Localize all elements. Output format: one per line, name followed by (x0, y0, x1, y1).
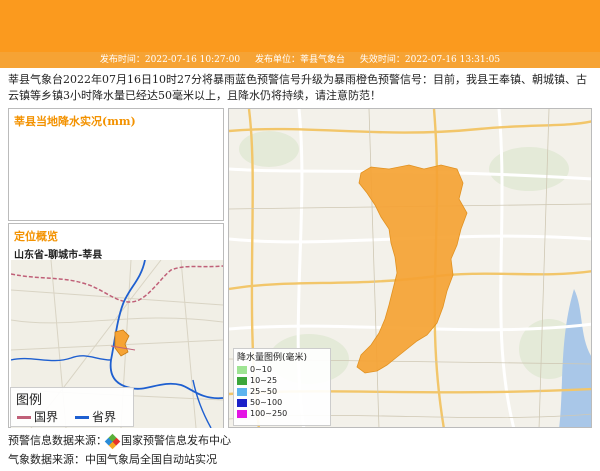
country-border-swatch (17, 416, 31, 419)
legend-item: 10~25 (234, 375, 330, 386)
county-highlight (114, 329, 130, 357)
legend-swatch (237, 376, 247, 385)
legend-item: 50~100 (234, 397, 330, 408)
header-banner (0, 0, 600, 52)
legend-swatch (237, 387, 247, 396)
publish-time: 发布时间：2022-07-16 10:27:00 (99, 55, 241, 65)
province-border-line (11, 265, 223, 303)
data-sources: 预警信息数据来源： 国家预警信息发布中心 气象数据来源：中国气象局全国自动站实况 (8, 433, 594, 471)
meta-bar: 发布时间：2022-07-16 10:27:00 发布单位：莘县气象台 失效时间… (0, 52, 600, 68)
alert-text: 莘县气象台2022年07月16日10时27分将暴雨蓝色预警信号升级为暴雨橙色预警… (8, 73, 587, 102)
legend-item: 0~10 (234, 364, 330, 375)
legend-country-border: 国界 (17, 408, 58, 425)
legend-item: 100~250 (234, 408, 330, 419)
rain-panel-title: 莘县当地降水实况(mm) (14, 115, 136, 128)
publisher: 发布单位：莘县气象台 (254, 55, 345, 65)
province-boundary (109, 260, 223, 400)
legend-swatch (237, 365, 247, 374)
location-panel-title: 定位概览 (14, 230, 58, 243)
lake (559, 289, 591, 427)
nmc-logo-icon (104, 433, 121, 449)
rain-panel: 莘县当地降水实况(mm) (8, 108, 224, 221)
expire-time: 失效时间：2022-07-16 13:31:05 (359, 55, 501, 65)
legend-swatch (237, 398, 247, 407)
legend-province-border: 省界 (75, 408, 116, 425)
province-border-swatch (75, 416, 89, 419)
legend-item: 25~50 (234, 386, 330, 397)
weather-source: 气象数据来源：中国气象局全国自动站实况 (8, 453, 217, 466)
warning-source: 预警信息数据来源： 国家预警信息发布中心 (8, 433, 231, 449)
legend-swatch (237, 409, 247, 418)
county-rainfall-area (356, 164, 468, 374)
rainfall-legend: 降水量图例(毫米) 0~10 10~25 25~50 50~100 100~25… (233, 348, 331, 426)
overview-legend: 图例 国界 省界 (10, 387, 134, 427)
warning-source-link[interactable]: 国家预警信息发布中心 (121, 434, 231, 447)
overview-legend-title: 图例 (16, 393, 43, 408)
rainfall-legend-title: 降水量图例(毫米) (237, 353, 308, 363)
